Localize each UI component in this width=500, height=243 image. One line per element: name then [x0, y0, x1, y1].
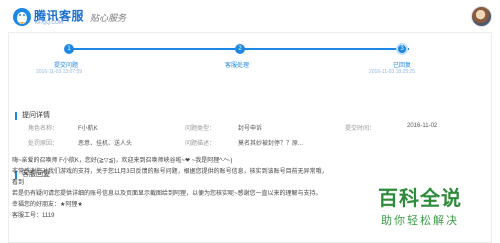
field-value-desc[interactable]: 莫名其妙被封停？？原...: [238, 138, 303, 147]
reply-line-continue: 看到: [12, 180, 25, 186]
step-1-label: 提交问题: [54, 63, 79, 69]
field-value-time: 2016-11-02: [407, 123, 438, 129]
top-header: 腾讯客服 KF.QQ.COM 贴心服务: [0, 0, 500, 34]
field-value-role: F小航K: [78, 126, 98, 132]
brand-url: KF.QQ.COM: [35, 20, 64, 26]
step-2-label: 客服处理: [225, 63, 250, 69]
baike-watermark: 百科全说 助你轻松解决: [378, 182, 498, 242]
field-label-time: 提交时间：: [345, 126, 376, 132]
reply-line-greeting: 嗨~亲爱的召唤师 F小航K，您好(≧▽≦)，欢迎来到召唤师峡谷啦~❤ ~我是阿狸…: [12, 158, 233, 164]
reply-line-body: 非常感谢您对我们游戏的支持，关于您11月3日反馈的账号问题，根据您提供的账号信息…: [12, 169, 328, 175]
field-label-type: 问题类型：: [185, 126, 216, 132]
step-3-label: 已回复: [393, 63, 412, 69]
watermark-sub-text: 助你轻松解决: [381, 215, 459, 227]
field-value-type: 封号申诉: [238, 126, 263, 132]
reply-line-agent-id: 客服工号：1119: [12, 213, 55, 219]
step-2-node: 2: [235, 44, 245, 54]
step-1-node: 1: [64, 44, 74, 54]
step-3-node-current: 3: [396, 43, 408, 55]
field-label-desc: 问题描述：: [185, 141, 216, 147]
field-label-reason: 处罚原因：: [28, 141, 59, 147]
reply-line-request: 若是仍有疑问请您提供详细的账号信息以及页面显示截图给到阿狸，以便为您核实呢~感谢…: [12, 191, 322, 197]
step-3-time: 2016-11-03 18:25:25: [369, 69, 416, 75]
step-1-time: 2016-11-03 13:07:59: [36, 69, 83, 75]
user-avatar[interactable]: [471, 6, 492, 27]
qq-penguin-icon: [13, 8, 31, 26]
tencent-kefu-logo[interactable]: 腾讯客服 KF.QQ.COM: [12, 6, 88, 30]
progress-tracker: 1 提交问题 2016-11-03 13:07:59 2 客服处理 3 已回复 …: [9, 33, 493, 93]
header-slogan: 贴心服务: [90, 14, 127, 24]
details-section-title: 提问详情: [15, 112, 50, 120]
field-label-role: 角色名称：: [28, 126, 59, 132]
field-value-reason: 恶意、挂机、送人头: [78, 141, 133, 147]
watermark-main-text: 百科全说: [378, 188, 462, 210]
reply-line-signoff: 幸福您的好朋友：★阿狸★: [12, 202, 83, 208]
